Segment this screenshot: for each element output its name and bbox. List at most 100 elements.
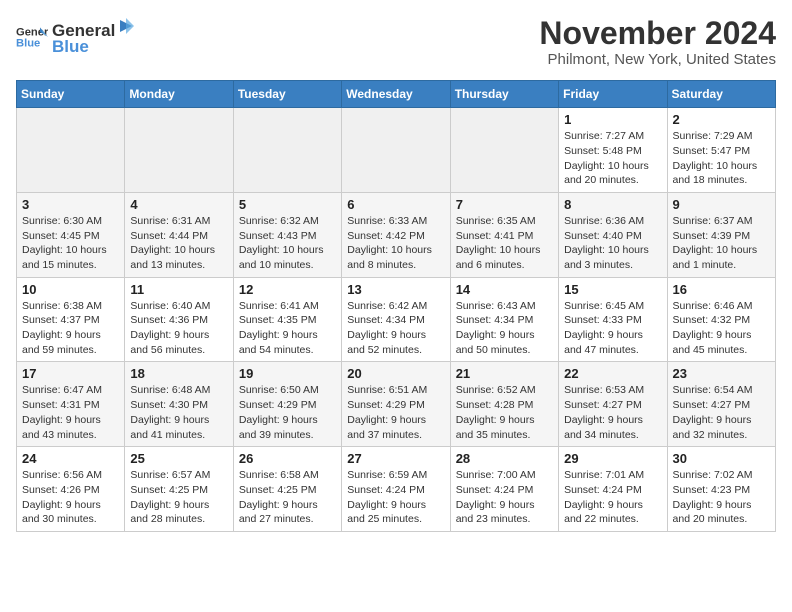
day-number: 19 (239, 366, 336, 381)
day-number: 30 (673, 451, 770, 466)
calendar-cell: 1Sunrise: 7:27 AM Sunset: 5:48 PM Daylig… (559, 108, 667, 193)
calendar-cell: 7 Sunrise: 6:35 AM Sunset: 4:41 PM Daylig… (450, 192, 558, 277)
day-number: 3 (22, 197, 119, 212)
calendar-cell: 15 Sunrise: 6:45 AM Sunset: 4:33 PM Dayli… (559, 277, 667, 362)
day-number: 11 (130, 282, 227, 297)
day-number: 27 (347, 451, 444, 466)
day-info: Sunrise: 6:42 AM Sunset: 4:34 PM Dayligh… (347, 299, 444, 358)
calendar-cell: 10 Sunrise: 6:38 AM Sunset: 4:37 PM Dayli… (17, 277, 125, 362)
day-number: 29 (564, 451, 661, 466)
calendar-cell: 18 Sunrise: 6:48 AM Sunset: 4:30 PM Dayli… (125, 362, 233, 447)
day-info: Sunrise: 6:58 AM Sunset: 4:25 PM Dayligh… (239, 468, 336, 527)
day-info: Sunrise: 6:47 AM Sunset: 4:31 PM Dayligh… (22, 383, 119, 442)
day-number: 12 (239, 282, 336, 297)
calendar-cell (125, 108, 233, 193)
day-number: 28 (456, 451, 553, 466)
calendar-cell: 6 Sunrise: 6:33 AM Sunset: 4:42 PM Daylig… (342, 192, 450, 277)
day-number: 26 (239, 451, 336, 466)
day-number: 10 (22, 282, 119, 297)
calendar-cell: 16 Sunrise: 6:46 AM Sunset: 4:32 PM Dayli… (667, 277, 775, 362)
calendar-cell: 21Sunrise: 6:52 AM Sunset: 4:28 PM Dayli… (450, 362, 558, 447)
day-number: 25 (130, 451, 227, 466)
day-info: Sunrise: 6:36 AM Sunset: 4:40 PM Dayligh… (564, 214, 661, 273)
day-number: 17 (22, 366, 119, 381)
calendar-table: SundayMondayTuesdayWednesdayThursdayFrid… (16, 80, 776, 532)
day-info: Sunrise: 6:33 AM Sunset: 4:42 PM Dayligh… (347, 214, 444, 273)
day-number: 9 (673, 197, 770, 212)
day-info: Sunrise: 6:54 AM Sunset: 4:27 PM Dayligh… (673, 383, 770, 442)
weekday-header: Sunday (17, 81, 125, 108)
day-info: Sunrise: 6:35 AM Sunset: 4:41 PM Dayligh… (456, 214, 553, 273)
day-info: Sunrise: 6:52 AM Sunset: 4:28 PM Dayligh… (456, 383, 553, 442)
day-number: 15 (564, 282, 661, 297)
day-info: Sunrise: 6:48 AM Sunset: 4:30 PM Dayligh… (130, 383, 227, 442)
weekday-header: Thursday (450, 81, 558, 108)
day-number: 7 (456, 197, 553, 212)
day-number: 23 (673, 366, 770, 381)
calendar-cell: 12 Sunrise: 6:41 AM Sunset: 4:35 PM Dayli… (233, 277, 341, 362)
day-number: 18 (130, 366, 227, 381)
calendar-header: SundayMondayTuesdayWednesdayThursdayFrid… (17, 81, 776, 108)
calendar-cell: 3 Sunrise: 6:30 AM Sunset: 4:45 PM Daylig… (17, 192, 125, 277)
day-info: Sunrise: 7:02 AM Sunset: 4:23 PM Dayligh… (673, 468, 770, 527)
calendar-cell: 29 Sunrise: 7:01 AM Sunset: 4:24 PM Dayli… (559, 447, 667, 532)
day-info: Sunrise: 6:59 AM Sunset: 4:24 PM Dayligh… (347, 468, 444, 527)
calendar-cell: 13 Sunrise: 6:42 AM Sunset: 4:34 PM Dayli… (342, 277, 450, 362)
calendar-cell: 8 Sunrise: 6:36 AM Sunset: 4:40 PM Daylig… (559, 192, 667, 277)
day-info: Sunrise: 7:00 AM Sunset: 4:24 PM Dayligh… (456, 468, 553, 527)
title-block: November 2024 Philmont, New York, United… (539, 16, 776, 68)
day-number: 8 (564, 197, 661, 212)
weekday-header: Tuesday (233, 81, 341, 108)
day-info: Sunrise: 6:30 AM Sunset: 4:45 PM Dayligh… (22, 214, 119, 273)
day-info: Sunrise: 6:41 AM Sunset: 4:35 PM Dayligh… (239, 299, 336, 358)
calendar-cell (342, 108, 450, 193)
calendar-cell (233, 108, 341, 193)
page-header: General Blue General Blue November 2024 … (16, 16, 776, 68)
calendar-week-row: 3 Sunrise: 6:30 AM Sunset: 4:45 PM Daylig… (17, 192, 776, 277)
logo-icon: General Blue (16, 21, 48, 53)
day-info: Sunrise: 6:37 AM Sunset: 4:39 PM Dayligh… (673, 214, 770, 273)
day-info: Sunrise: 6:38 AM Sunset: 4:37 PM Dayligh… (22, 299, 119, 358)
day-number: 20 (347, 366, 444, 381)
weekday-header: Monday (125, 81, 233, 108)
calendar-week-row: 24 Sunrise: 6:56 AM Sunset: 4:26 PM Dayli… (17, 447, 776, 532)
day-info: Sunrise: 6:32 AM Sunset: 4:43 PM Dayligh… (239, 214, 336, 273)
day-number: 14 (456, 282, 553, 297)
day-number: 6 (347, 197, 444, 212)
calendar-cell: 14 Sunrise: 6:43 AM Sunset: 4:34 PM Dayli… (450, 277, 558, 362)
day-info: Sunrise: 6:45 AM Sunset: 4:33 PM Dayligh… (564, 299, 661, 358)
calendar-cell: 19 Sunrise: 6:50 AM Sunset: 4:29 PM Dayli… (233, 362, 341, 447)
calendar-body: 1Sunrise: 7:27 AM Sunset: 5:48 PM Daylig… (17, 108, 776, 532)
calendar-cell: 17 Sunrise: 6:47 AM Sunset: 4:31 PM Dayli… (17, 362, 125, 447)
day-number: 4 (130, 197, 227, 212)
calendar-cell: 25 Sunrise: 6:57 AM Sunset: 4:25 PM Dayli… (125, 447, 233, 532)
day-info: Sunrise: 6:43 AM Sunset: 4:34 PM Dayligh… (456, 299, 553, 358)
day-info: Sunrise: 6:53 AM Sunset: 4:27 PM Dayligh… (564, 383, 661, 442)
calendar-week-row: 10 Sunrise: 6:38 AM Sunset: 4:37 PM Dayli… (17, 277, 776, 362)
day-info: Sunrise: 6:46 AM Sunset: 4:32 PM Dayligh… (673, 299, 770, 358)
day-info: Sunrise: 7:29 AM Sunset: 5:47 PM Dayligh… (673, 129, 770, 188)
calendar-cell: 27 Sunrise: 6:59 AM Sunset: 4:24 PM Dayli… (342, 447, 450, 532)
calendar-cell (450, 108, 558, 193)
day-info: Sunrise: 7:01 AM Sunset: 4:24 PM Dayligh… (564, 468, 661, 527)
day-info: Sunrise: 6:57 AM Sunset: 4:25 PM Dayligh… (130, 468, 227, 527)
day-number: 16 (673, 282, 770, 297)
day-number: 24 (22, 451, 119, 466)
day-info: Sunrise: 6:31 AM Sunset: 4:44 PM Dayligh… (130, 214, 227, 273)
day-number: 1 (564, 112, 661, 127)
day-number: 22 (564, 366, 661, 381)
calendar-cell (17, 108, 125, 193)
calendar-cell: 22 Sunrise: 6:53 AM Sunset: 4:27 PM Dayli… (559, 362, 667, 447)
calendar-cell: 26 Sunrise: 6:58 AM Sunset: 4:25 PM Dayli… (233, 447, 341, 532)
day-number: 2 (673, 112, 770, 127)
day-info: Sunrise: 6:56 AM Sunset: 4:26 PM Dayligh… (22, 468, 119, 527)
calendar-cell: 4 Sunrise: 6:31 AM Sunset: 4:44 PM Daylig… (125, 192, 233, 277)
calendar-cell: 20 Sunrise: 6:51 AM Sunset: 4:29 PM Dayli… (342, 362, 450, 447)
day-info: Sunrise: 6:51 AM Sunset: 4:29 PM Dayligh… (347, 383, 444, 442)
calendar-week-row: 1Sunrise: 7:27 AM Sunset: 5:48 PM Daylig… (17, 108, 776, 193)
calendar-cell: 28 Sunrise: 7:00 AM Sunset: 4:24 PM Dayli… (450, 447, 558, 532)
weekday-row: SundayMondayTuesdayWednesdayThursdayFrid… (17, 81, 776, 108)
weekday-header: Friday (559, 81, 667, 108)
day-number: 13 (347, 282, 444, 297)
day-info: Sunrise: 6:50 AM Sunset: 4:29 PM Dayligh… (239, 383, 336, 442)
